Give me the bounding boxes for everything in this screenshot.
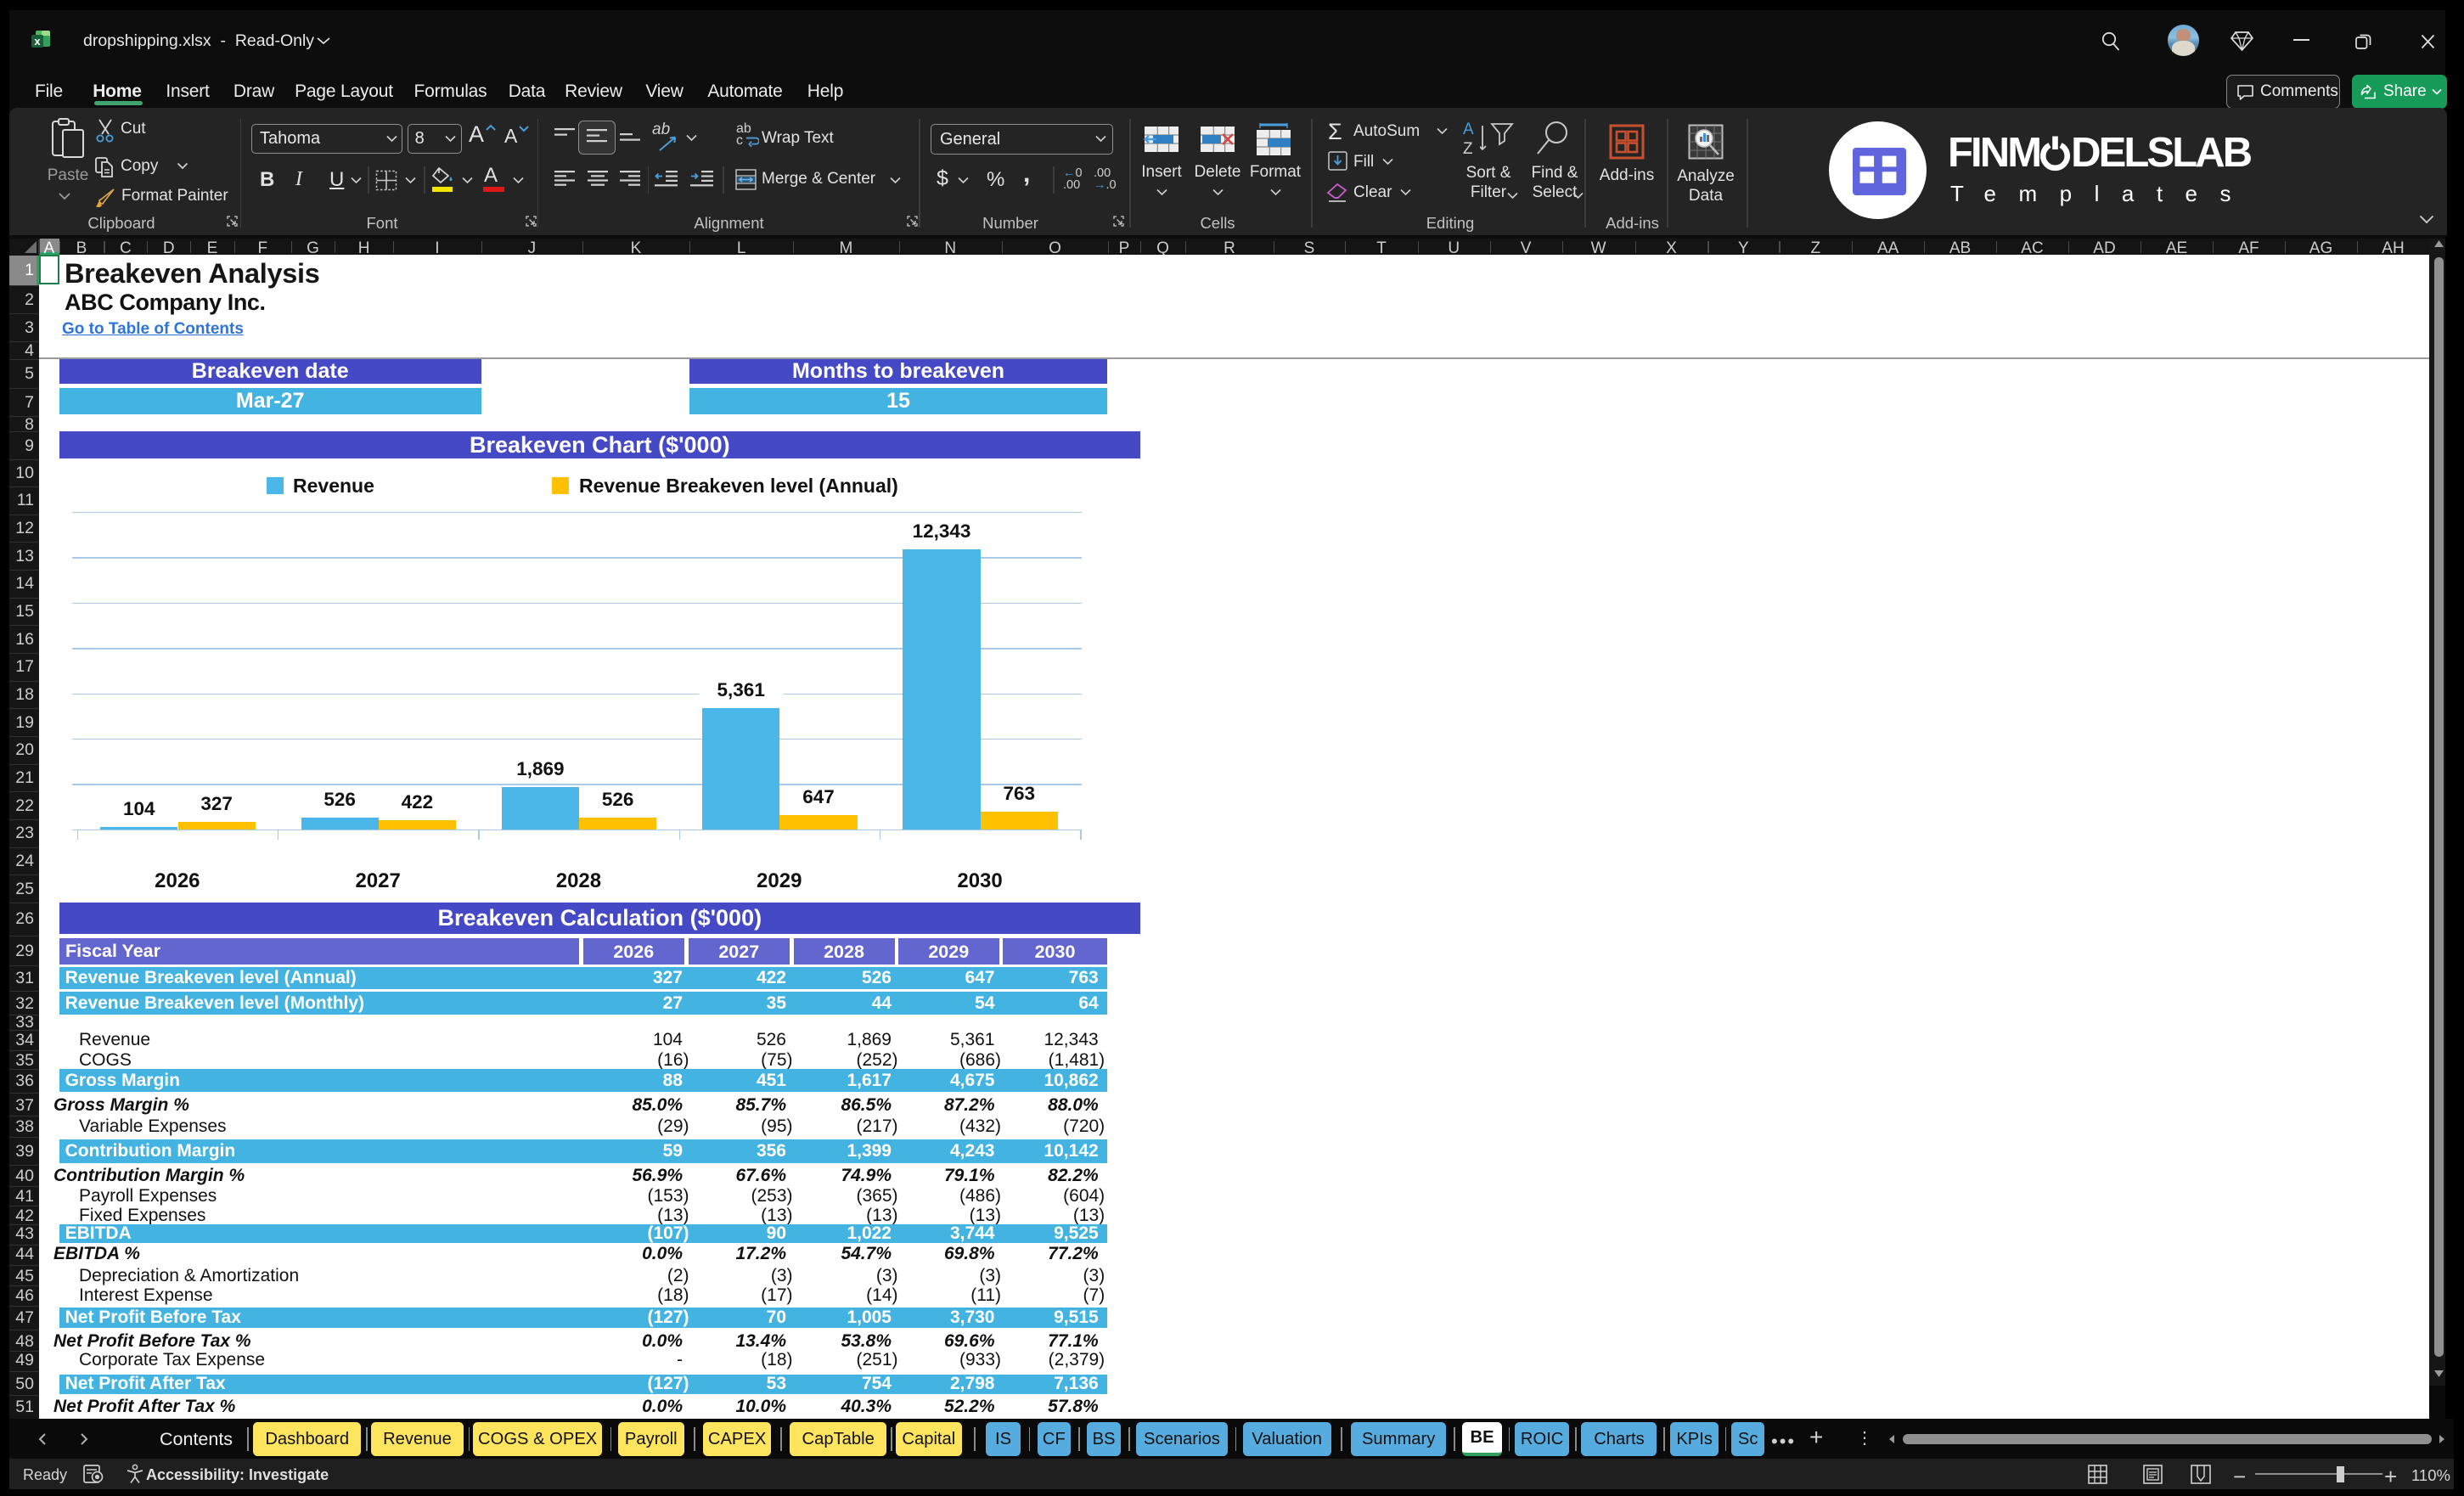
svg-text:x: x bbox=[34, 35, 41, 48]
